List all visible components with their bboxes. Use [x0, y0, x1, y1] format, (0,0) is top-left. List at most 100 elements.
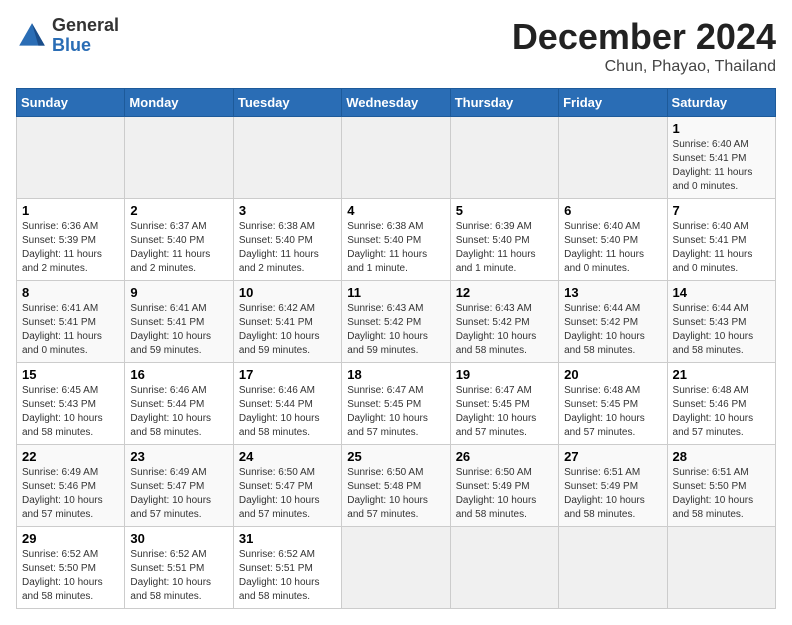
day-info: Sunrise: 6:46 AMSunset: 5:44 PMDaylight:…	[239, 384, 336, 440]
day-number: 15	[22, 367, 119, 382]
day-info: Sunrise: 6:50 AMSunset: 5:49 PMDaylight:…	[456, 466, 553, 522]
days-header-row: SundayMondayTuesdayWednesdayThursdayFrid…	[17, 89, 776, 117]
calendar-cell: 2 Sunrise: 6:37 AMSunset: 5:40 PMDaylight…	[125, 199, 233, 281]
calendar-cell	[342, 117, 450, 199]
day-info: Sunrise: 6:38 AMSunset: 5:40 PMDaylight:…	[347, 220, 444, 276]
day-info: Sunrise: 6:52 AMSunset: 5:50 PMDaylight:…	[22, 548, 119, 604]
day-number: 20	[564, 367, 661, 382]
day-number: 19	[456, 367, 553, 382]
calendar-cell: 3Sunrise: 6:38 AMSunset: 5:40 PMDaylight…	[233, 199, 341, 281]
calendar-cell: 31Sunrise: 6:52 AMSunset: 5:51 PMDayligh…	[233, 527, 341, 609]
calendar-cell: 28 Sunrise: 6:51 AMSunset: 5:50 PMDayligh…	[667, 445, 775, 527]
day-number: 9	[130, 285, 227, 300]
calendar-week-4: 15Sunrise: 6:45 AMSunset: 5:43 PMDayligh…	[17, 363, 776, 445]
day-info: Sunrise: 6:49 AMSunset: 5:47 PMDaylight:…	[130, 466, 227, 522]
calendar-cell: 1 Sunrise: 6:36 AMSunset: 5:39 PMDaylight…	[17, 199, 125, 281]
day-number: 23	[130, 449, 227, 464]
day-header-sunday: Sunday	[17, 89, 125, 117]
day-info: Sunrise: 6:42 AMSunset: 5:41 PMDaylight:…	[239, 302, 336, 358]
calendar-week-1: 1Sunrise: 6:40 AMSunset: 5:41 PMDaylight…	[17, 117, 776, 199]
day-info: Sunrise: 6:44 AMSunset: 5:42 PMDaylight:…	[564, 302, 661, 358]
day-number: 29	[22, 531, 119, 546]
day-info: Sunrise: 6:47 AMSunset: 5:45 PMDaylight:…	[347, 384, 444, 440]
day-info: Sunrise: 6:37 AMSunset: 5:40 PMDaylight:…	[130, 220, 227, 276]
day-header-wednesday: Wednesday	[342, 89, 450, 117]
calendar-cell: 11 Sunrise: 6:43 AMSunset: 5:42 PMDayligh…	[342, 281, 450, 363]
calendar-cell: 27 Sunrise: 6:51 AMSunset: 5:49 PMDayligh…	[559, 445, 667, 527]
day-number: 3	[239, 203, 336, 218]
calendar-cell: 10 Sunrise: 6:42 AMSunset: 5:41 PMDayligh…	[233, 281, 341, 363]
calendar-cell: 24Sunrise: 6:50 AMSunset: 5:47 PMDayligh…	[233, 445, 341, 527]
day-number: 27	[564, 449, 661, 464]
calendar-cell: 13Sunrise: 6:44 AMSunset: 5:42 PMDayligh…	[559, 281, 667, 363]
day-info: Sunrise: 6:48 AMSunset: 5:46 PMDaylight:…	[673, 384, 770, 440]
day-number: 1	[22, 203, 119, 218]
day-info: Sunrise: 6:50 AMSunset: 5:48 PMDaylight:…	[347, 466, 444, 522]
calendar-week-2: 1 Sunrise: 6:36 AMSunset: 5:39 PMDaylight…	[17, 199, 776, 281]
day-info: Sunrise: 6:39 AMSunset: 5:40 PMDaylight:…	[456, 220, 553, 276]
day-info: Sunrise: 6:40 AMSunset: 5:40 PMDaylight:…	[564, 220, 661, 276]
title-section: December 2024 Chun, Phayao, Thailand	[512, 16, 776, 76]
day-number: 28	[673, 449, 770, 464]
calendar-cell: 22 Sunrise: 6:49 AMSunset: 5:46 PMDayligh…	[17, 445, 125, 527]
day-info: Sunrise: 6:51 AMSunset: 5:50 PMDaylight:…	[673, 466, 770, 522]
calendar-cell	[17, 117, 125, 199]
day-number: 1	[673, 121, 770, 136]
calendar-cell: 7Sunrise: 6:40 AMSunset: 5:41 PMDaylight…	[667, 199, 775, 281]
calendar-cell: 4Sunrise: 6:38 AMSunset: 5:40 PMDaylight…	[342, 199, 450, 281]
day-number: 10	[239, 285, 336, 300]
calendar-cell	[559, 527, 667, 609]
logo-icon	[16, 20, 48, 52]
month-title: December 2024	[512, 16, 776, 58]
logo-text: General Blue	[52, 16, 119, 56]
calendar-cell: 26Sunrise: 6:50 AMSunset: 5:49 PMDayligh…	[450, 445, 558, 527]
day-header-tuesday: Tuesday	[233, 89, 341, 117]
calendar-table: SundayMondayTuesdayWednesdayThursdayFrid…	[16, 88, 776, 609]
logo: General Blue	[16, 16, 119, 56]
day-number: 30	[130, 531, 227, 546]
day-info: Sunrise: 6:43 AMSunset: 5:42 PMDaylight:…	[456, 302, 553, 358]
day-number: 24	[239, 449, 336, 464]
calendar-cell	[233, 117, 341, 199]
day-number: 25	[347, 449, 444, 464]
day-info: Sunrise: 6:46 AMSunset: 5:44 PMDaylight:…	[130, 384, 227, 440]
calendar-cell: 20Sunrise: 6:48 AMSunset: 5:45 PMDayligh…	[559, 363, 667, 445]
calendar-week-6: 29 Sunrise: 6:52 AMSunset: 5:50 PMDayligh…	[17, 527, 776, 609]
calendar-cell: 12 Sunrise: 6:43 AMSunset: 5:42 PMDayligh…	[450, 281, 558, 363]
calendar-cell: 9Sunrise: 6:41 AMSunset: 5:41 PMDaylight…	[125, 281, 233, 363]
calendar-cell: 19Sunrise: 6:47 AMSunset: 5:45 PMDayligh…	[450, 363, 558, 445]
day-number: 22	[22, 449, 119, 464]
calendar-cell: 29 Sunrise: 6:52 AMSunset: 5:50 PMDayligh…	[17, 527, 125, 609]
day-number: 16	[130, 367, 227, 382]
calendar-cell: 8 Sunrise: 6:41 AMSunset: 5:41 PMDaylight…	[17, 281, 125, 363]
calendar-cell: 14Sunrise: 6:44 AMSunset: 5:43 PMDayligh…	[667, 281, 775, 363]
calendar-cell: 1Sunrise: 6:40 AMSunset: 5:41 PMDaylight…	[667, 117, 775, 199]
calendar-cell: 21 Sunrise: 6:48 AMSunset: 5:46 PMDayligh…	[667, 363, 775, 445]
day-number: 8	[22, 285, 119, 300]
day-number: 12	[456, 285, 553, 300]
calendar-cell: 17Sunrise: 6:46 AMSunset: 5:44 PMDayligh…	[233, 363, 341, 445]
day-info: Sunrise: 6:49 AMSunset: 5:46 PMDaylight:…	[22, 466, 119, 522]
header: General Blue December 2024 Chun, Phayao,…	[16, 16, 776, 76]
day-number: 11	[347, 285, 444, 300]
calendar-cell: 15Sunrise: 6:45 AMSunset: 5:43 PMDayligh…	[17, 363, 125, 445]
day-info: Sunrise: 6:40 AMSunset: 5:41 PMDaylight:…	[673, 220, 770, 276]
day-info: Sunrise: 6:51 AMSunset: 5:49 PMDaylight:…	[564, 466, 661, 522]
calendar-week-3: 8 Sunrise: 6:41 AMSunset: 5:41 PMDaylight…	[17, 281, 776, 363]
calendar-cell: 25 Sunrise: 6:50 AMSunset: 5:48 PMDayligh…	[342, 445, 450, 527]
calendar-cell	[450, 117, 558, 199]
calendar-week-5: 22 Sunrise: 6:49 AMSunset: 5:46 PMDayligh…	[17, 445, 776, 527]
calendar-cell	[667, 527, 775, 609]
calendar-cell: 23 Sunrise: 6:49 AMSunset: 5:47 PMDayligh…	[125, 445, 233, 527]
day-info: Sunrise: 6:43 AMSunset: 5:42 PMDaylight:…	[347, 302, 444, 358]
calendar-cell: 30Sunrise: 6:52 AMSunset: 5:51 PMDayligh…	[125, 527, 233, 609]
day-info: Sunrise: 6:44 AMSunset: 5:43 PMDaylight:…	[673, 302, 770, 358]
day-number: 2	[130, 203, 227, 218]
calendar-cell: 6 Sunrise: 6:40 AMSunset: 5:40 PMDaylight…	[559, 199, 667, 281]
calendar-cell: 5Sunrise: 6:39 AMSunset: 5:40 PMDaylight…	[450, 199, 558, 281]
day-info: Sunrise: 6:36 AMSunset: 5:39 PMDaylight:…	[22, 220, 119, 276]
day-number: 6	[564, 203, 661, 218]
day-info: Sunrise: 6:41 AMSunset: 5:41 PMDaylight:…	[22, 302, 119, 358]
calendar-cell	[342, 527, 450, 609]
day-number: 21	[673, 367, 770, 382]
